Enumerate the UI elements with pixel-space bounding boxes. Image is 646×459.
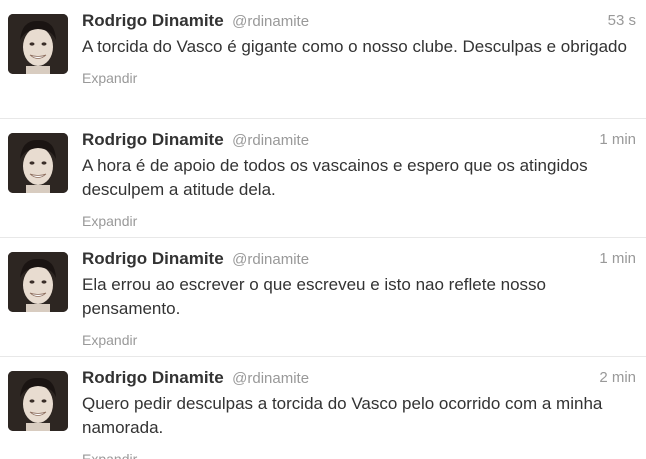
author-fullname[interactable]: Rodrigo Dinamite: [82, 249, 224, 268]
tweet-timeline: Rodrigo Dinamite @rdinamite 53 s A torci…: [0, 0, 646, 459]
tweet-text: Quero pedir desculpas a torcida do Vasco…: [82, 394, 603, 437]
author-username[interactable]: @rdinamite: [232, 370, 309, 387]
tweet-header: Rodrigo Dinamite @rdinamite: [82, 129, 636, 151]
author-username[interactable]: @rdinamite: [232, 251, 309, 268]
avatar[interactable]: [8, 252, 68, 312]
tweet-text: A torcida do Vasco é gigante como o noss…: [82, 37, 627, 56]
expand-link[interactable]: Expandir: [82, 69, 636, 87]
author-fullname[interactable]: Rodrigo Dinamite: [82, 368, 224, 387]
author-fullname[interactable]: Rodrigo Dinamite: [82, 11, 224, 30]
tweet-text: A hora é de apoio de todos os vascainos …: [82, 156, 588, 199]
tweet-timestamp[interactable]: 1 min: [599, 248, 636, 270]
author-username[interactable]: @rdinamite: [232, 132, 309, 149]
author-username[interactable]: @rdinamite: [232, 13, 309, 30]
tweet-text: Ela errou ao escrever o que escreveu e i…: [82, 275, 546, 318]
tweet-content: Rodrigo Dinamite @rdinamite 1 min A hora…: [82, 129, 636, 230]
tweet-timestamp[interactable]: 1 min: [599, 129, 636, 151]
tweet-item[interactable]: Rodrigo Dinamite @rdinamite 53 s A torci…: [0, 0, 646, 119]
profile-photo-icon: [8, 14, 68, 74]
avatar[interactable]: [8, 371, 68, 431]
avatar[interactable]: [8, 133, 68, 193]
tweet-content: Rodrigo Dinamite @rdinamite 1 min Ela er…: [82, 248, 636, 349]
tweet-item[interactable]: Rodrigo Dinamite @rdinamite 2 min Quero …: [0, 357, 646, 459]
tweet-timestamp[interactable]: 2 min: [599, 367, 636, 389]
tweet-header: Rodrigo Dinamite @rdinamite: [82, 248, 636, 270]
avatar[interactable]: [8, 14, 68, 74]
expand-link[interactable]: Expandir: [82, 450, 636, 459]
tweet-item[interactable]: Rodrigo Dinamite @rdinamite 1 min Ela er…: [0, 238, 646, 357]
profile-photo-icon: [8, 371, 68, 431]
profile-photo-icon: [8, 252, 68, 312]
tweet-item[interactable]: Rodrigo Dinamite @rdinamite 1 min A hora…: [0, 119, 646, 238]
tweet-header: Rodrigo Dinamite @rdinamite: [82, 367, 636, 389]
profile-photo-icon: [8, 133, 68, 193]
tweet-content: Rodrigo Dinamite @rdinamite 53 s A torci…: [82, 10, 636, 87]
expand-link[interactable]: Expandir: [82, 212, 636, 230]
tweet-header: Rodrigo Dinamite @rdinamite: [82, 10, 636, 32]
expand-link[interactable]: Expandir: [82, 331, 636, 349]
author-fullname[interactable]: Rodrigo Dinamite: [82, 130, 224, 149]
tweet-content: Rodrigo Dinamite @rdinamite 2 min Quero …: [82, 367, 636, 459]
tweet-timestamp[interactable]: 53 s: [608, 10, 636, 32]
